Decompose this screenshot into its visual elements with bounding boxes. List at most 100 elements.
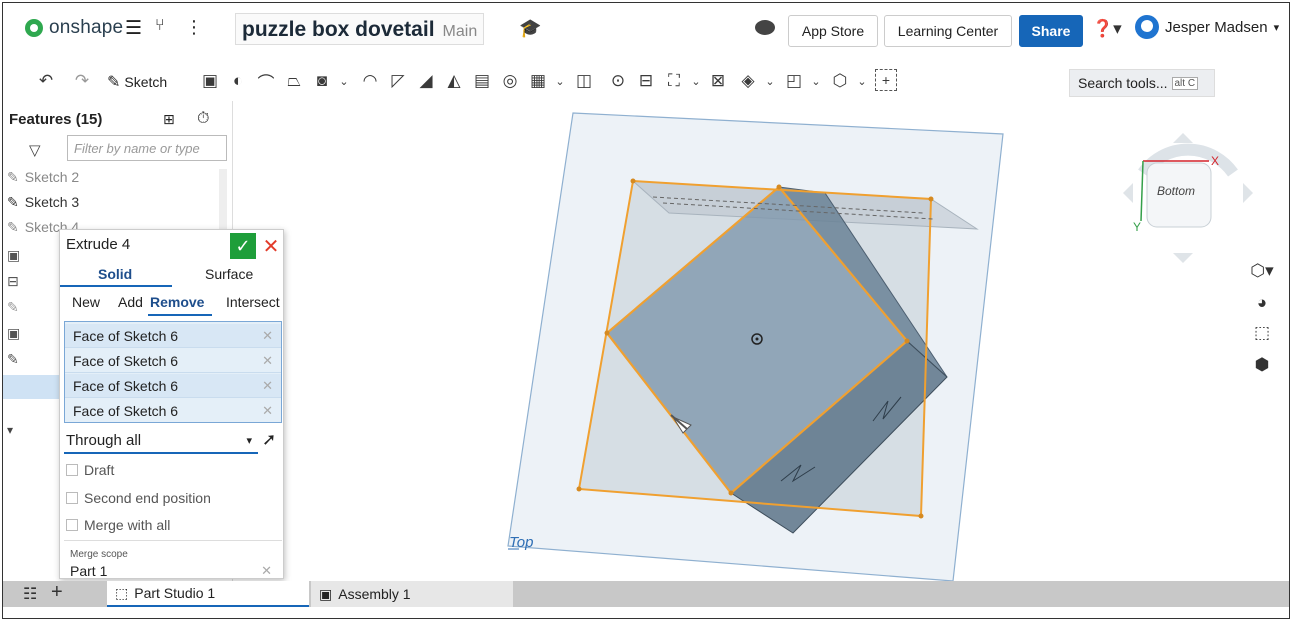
tab-solid[interactable]: Solid — [98, 266, 132, 282]
plane-icon[interactable]: ◰ — [783, 69, 805, 93]
draft-icon[interactable]: ◢ — [415, 69, 437, 93]
op-intersect[interactable]: Intersect — [226, 294, 280, 310]
selected-feature-highlight[interactable] — [3, 375, 59, 399]
split-icon[interactable]: ⊟ — [635, 69, 657, 93]
search-tools-input[interactable]: Search tools... alt C — [1069, 69, 1215, 97]
remove-face-icon[interactable]: ✕ — [262, 328, 273, 344]
loft-icon[interactable]: ⏢ — [283, 69, 305, 93]
filter-input[interactable]: Filter by name or type — [67, 135, 227, 161]
tab-part-studio[interactable]: ⬚ Part Studio 1 — [107, 581, 309, 607]
sketch-feature-icon[interactable]: ✎ — [7, 299, 19, 316]
fillet-icon[interactable]: ◠ — [359, 69, 381, 93]
hole-icon[interactable]: ◎ — [499, 69, 521, 93]
chevron-down-icon[interactable]: ⌄ — [805, 69, 827, 93]
help-icon[interactable]: ❓▾ — [1092, 19, 1122, 39]
rotate-left-arrow-icon[interactable] — [1123, 183, 1133, 203]
add-custom-feature-icon[interactable]: + — [875, 69, 897, 91]
view-cube[interactable]: Bottom X Y — [1123, 133, 1253, 266]
undo-icon[interactable]: ↶ — [35, 69, 57, 93]
mirror-icon[interactable]: ◫ — [573, 69, 595, 93]
chevron-down-icon[interactable]: ⌄ — [759, 69, 781, 93]
extrude-feature-icon[interactable]: ▣ — [7, 325, 20, 342]
accept-check-icon[interactable]: ✓ — [230, 233, 256, 259]
face-item[interactable]: Face of Sketch 6 ✕ — [65, 399, 281, 423]
rotate-down-arrow-icon[interactable] — [1173, 253, 1193, 263]
merge-scope-field[interactable]: Merge scope Part 1 ✕ — [64, 540, 282, 580]
insert-icon[interactable]: ⋮ — [185, 17, 203, 38]
boolean-icon[interactable]: ⊙ — [607, 69, 629, 93]
transform-icon[interactable]: ⛶ — [663, 69, 685, 93]
rotate-up-arrow-icon[interactable] — [1173, 133, 1193, 143]
flip-direction-icon[interactable]: ➚ — [262, 430, 276, 450]
tab-manager-icon[interactable]: ☷ — [23, 584, 37, 604]
op-new[interactable]: New — [72, 294, 100, 310]
document-versions-icon[interactable]: ⑂ — [155, 17, 165, 35]
split-feature-icon[interactable]: ⊟ — [7, 273, 19, 290]
redo-icon[interactable]: ↷ — [71, 69, 93, 93]
app-store-button[interactable]: App Store — [788, 15, 878, 47]
second-end-option[interactable]: Second end position — [66, 490, 211, 506]
revolve-icon[interactable]: ◐ — [227, 69, 249, 93]
learning-center-button[interactable]: Learning Center — [884, 15, 1012, 47]
comments-icon[interactable] — [755, 20, 775, 35]
branch-name[interactable]: Main — [443, 23, 478, 41]
second-end-checkbox[interactable] — [66, 492, 78, 504]
feature-item-sketch-3[interactable]: ✎ Sketch 3 — [7, 190, 223, 214]
tab-assembly[interactable]: ▣ Assembly 1 — [311, 581, 513, 607]
rollback-timer-icon[interactable]: ⏱ — [197, 110, 209, 128]
sweep-icon[interactable]: ⌒ — [255, 69, 277, 93]
modify-fillet-icon[interactable]: ◈ — [737, 69, 759, 93]
add-folder-icon[interactable]: ⊞ — [163, 111, 175, 128]
tab-surface[interactable]: Surface — [205, 266, 253, 282]
face-item[interactable]: Face of Sketch 6 ✕ — [65, 324, 281, 348]
rotate-right-arrow-icon[interactable] — [1243, 183, 1253, 203]
chevron-down-icon[interactable]: ⌄ — [549, 69, 571, 93]
sheet-metal-icon[interactable]: ⬡ — [829, 69, 851, 93]
draft-option[interactable]: Draft — [66, 462, 114, 478]
sketch-button[interactable]: ✎ Sketch — [107, 69, 167, 95]
face-selection-list[interactable]: Face of Sketch 6 ✕ Face of Sketch 6 ✕ Fa… — [64, 321, 282, 423]
share-button[interactable]: Share — [1019, 15, 1083, 47]
remove-face-icon[interactable]: ✕ — [262, 378, 273, 394]
shell-icon[interactable]: ▤ — [471, 69, 493, 93]
onshape-logo[interactable]: onshape — [25, 17, 123, 39]
top-bar: onshape ☰ ⑂ ⋮ puzzle box dovetail Main 🎓… — [3, 3, 1289, 61]
document-title-box[interactable]: puzzle box dovetail Main — [235, 13, 485, 45]
remove-face-icon[interactable]: ✕ — [262, 353, 273, 369]
end-type-select[interactable]: Through all ▾ — [64, 428, 258, 454]
filter-icon[interactable]: ▽ — [29, 141, 41, 159]
delete-part-icon[interactable]: ⊠ — [707, 69, 729, 93]
draft-checkbox[interactable] — [66, 464, 78, 476]
op-add[interactable]: Add — [118, 294, 143, 310]
extrude-icon[interactable]: ▣ — [199, 69, 221, 93]
sketch-feature-icon[interactable]: ✎ — [7, 351, 19, 368]
cancel-x-icon[interactable]: ✕ — [261, 233, 281, 259]
remove-face-icon[interactable]: ✕ — [262, 403, 273, 419]
scrollbar-thumb[interactable] — [219, 169, 227, 229]
merge-all-checkbox[interactable] — [66, 519, 78, 531]
chevron-down-icon[interactable]: ⌄ — [685, 69, 707, 93]
user-menu[interactable]: Jesper Madsen ▾ — [1135, 15, 1279, 39]
chevron-down-icon[interactable]: ⌄ — [333, 69, 355, 93]
merge-all-option[interactable]: Merge with all — [66, 517, 170, 533]
mass-properties-icon[interactable]: ⬢ — [1249, 353, 1275, 377]
feature-item-sketch-2[interactable]: ✎ Sketch 2 — [7, 165, 223, 189]
view-mode-cube-icon[interactable]: ⬡▾ — [1249, 259, 1275, 283]
thicken-icon[interactable]: ◙ — [311, 69, 333, 93]
add-tab-icon[interactable]: + — [51, 581, 63, 604]
parts-panel-icon[interactable]: ⬚ — [1249, 321, 1275, 345]
graduation-cap-icon[interactable]: 🎓 — [519, 18, 541, 39]
parts-collapse-icon[interactable]: ▾ — [7, 423, 13, 437]
extrude-feature-icon[interactable]: ▣ — [7, 247, 20, 264]
face-item[interactable]: Face of Sketch 6 ✕ — [65, 349, 281, 373]
chamfer-icon[interactable]: ◸ — [387, 69, 409, 93]
op-remove[interactable]: Remove — [150, 294, 204, 310]
rib-icon[interactable]: ◭ — [443, 69, 465, 93]
chevron-down-icon[interactable]: ⌄ — [851, 69, 873, 93]
pattern-icon[interactable]: ▦ — [527, 69, 549, 93]
hamburger-menu-icon[interactable]: ☰ — [125, 17, 142, 40]
face-item[interactable]: Face of Sketch 6 ✕ — [65, 374, 281, 398]
remove-scope-icon[interactable]: ✕ — [261, 563, 272, 579]
appearance-panel-icon[interactable]: ◕ — [1249, 291, 1275, 315]
document-name[interactable]: puzzle box dovetail — [242, 18, 435, 42]
